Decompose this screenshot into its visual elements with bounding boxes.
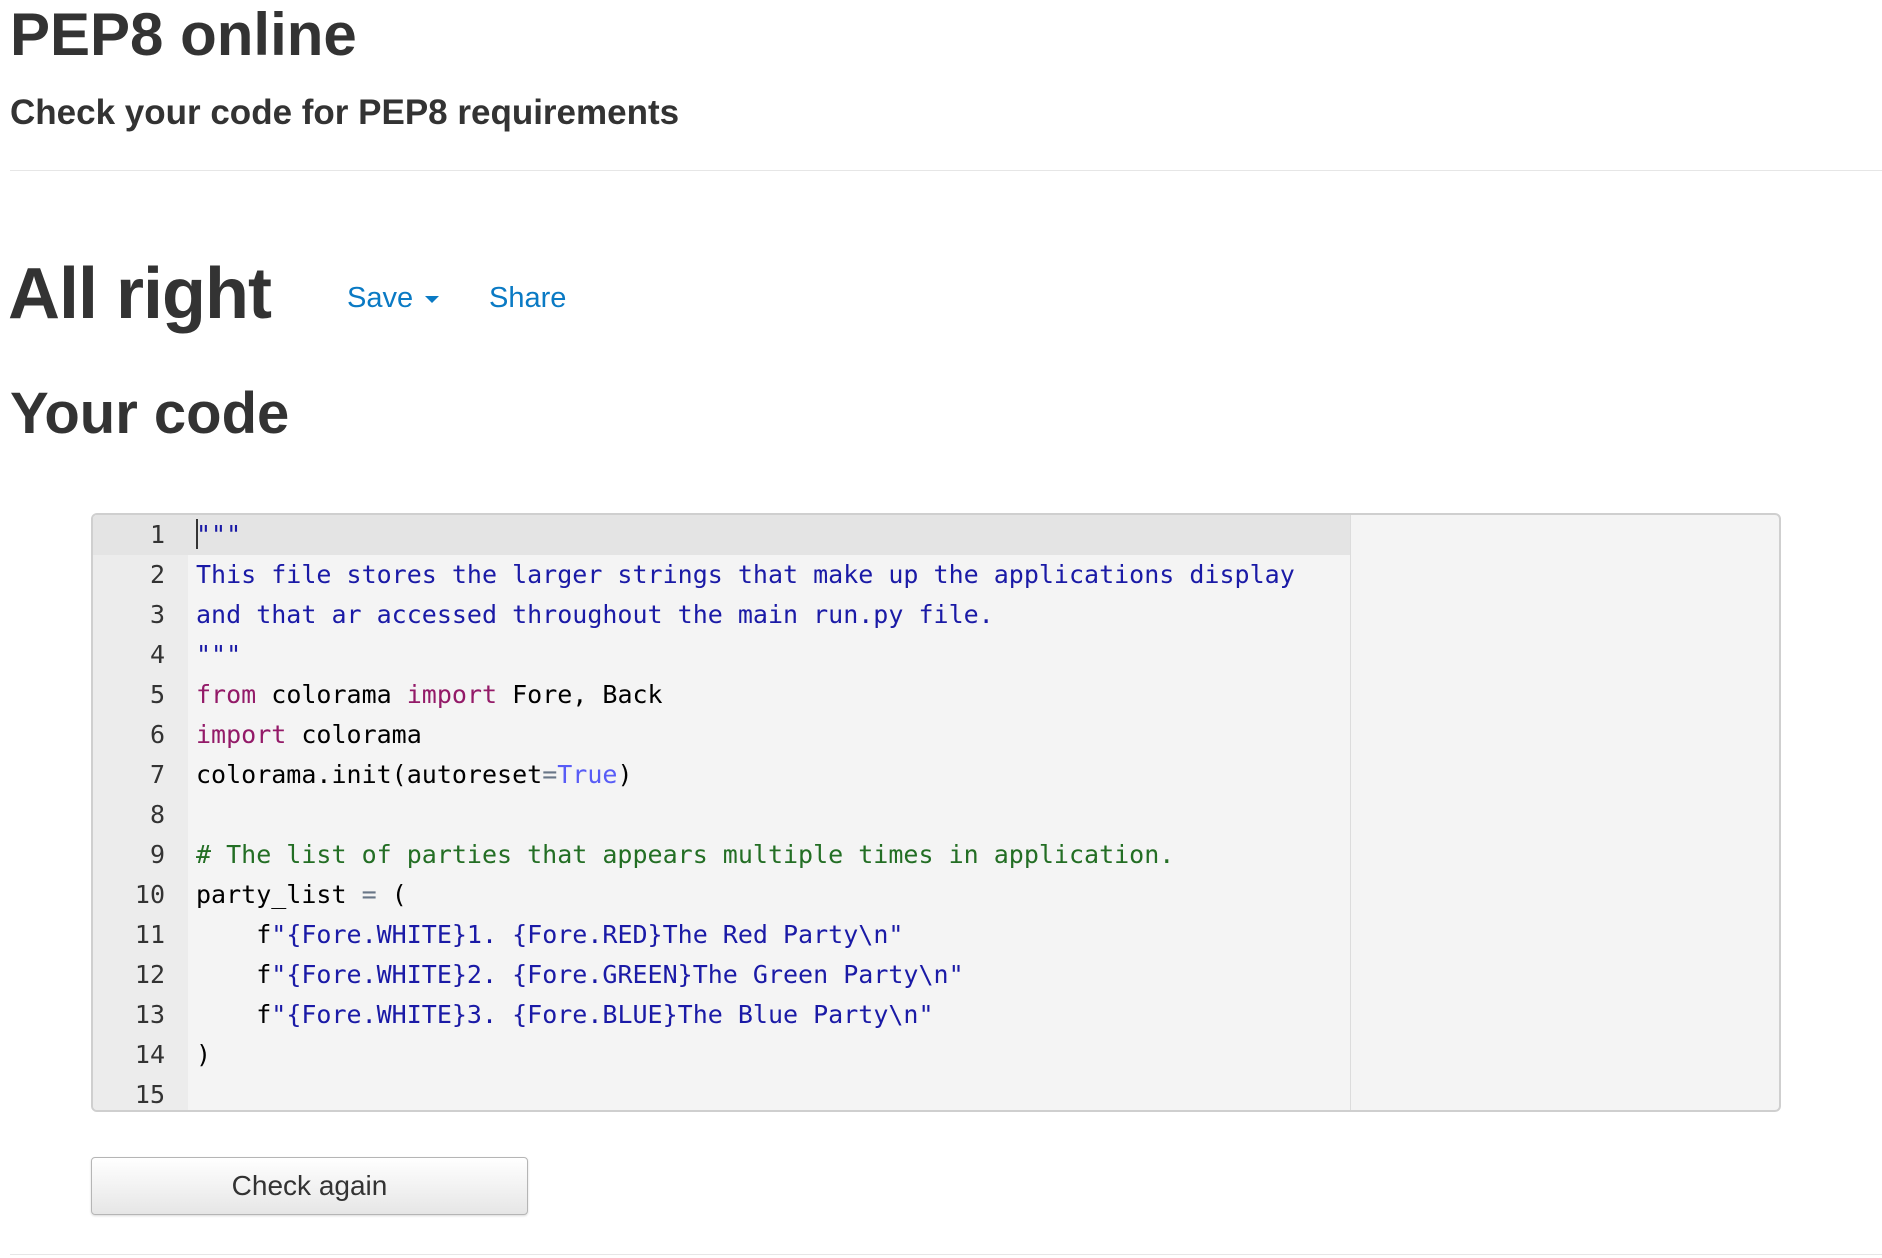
code-token: """ [196, 520, 242, 549]
line-text[interactable]: ) [196, 1035, 211, 1075]
line-text[interactable]: """ [196, 635, 241, 675]
line-number: 15 [134, 1080, 165, 1109]
line-text[interactable]: This file stores the larger strings that… [196, 555, 1295, 595]
code-token: = [361, 880, 377, 909]
footer-divider [10, 1254, 1882, 1255]
site-subtitle: Check your code for PEP8 requirements [10, 93, 680, 132]
code-token: colorama [286, 720, 422, 749]
code-token: "{Fore.WHITE}2. {Fore.GREEN}The Green Pa… [271, 960, 964, 989]
code-line[interactable]: 5 from colorama import Fore, Back [93, 675, 1779, 715]
code-line[interactable]: 10 party_list = ( [93, 875, 1779, 915]
line-number: 11 [134, 920, 165, 949]
line-number: 5 [149, 680, 165, 709]
code-token: f [196, 960, 272, 989]
line-text[interactable]: """ [196, 515, 241, 555]
code-token: colorama [256, 680, 407, 709]
code-token: This file stores the larger strings that… [196, 560, 1295, 589]
code-line[interactable]: 15 [93, 1075, 1779, 1110]
header-divider [10, 170, 1882, 171]
line-number: 14 [134, 1040, 165, 1069]
line-number: 7 [149, 760, 165, 789]
share-link[interactable]: Share [489, 280, 566, 316]
code-line[interactable]: 4 """ [93, 635, 1779, 675]
line-number: 3 [149, 600, 165, 629]
line-number: 8 [149, 800, 165, 829]
code-token: colorama.init(autoreset [196, 760, 543, 789]
code-line[interactable]: 1 """ [93, 515, 1779, 555]
code-token: "{Fore.WHITE}1. {Fore.RED}The Red Party\… [271, 920, 904, 949]
code-line[interactable]: 6 import colorama [93, 715, 1779, 755]
caret-down-icon [425, 295, 440, 303]
page: PEP8 online Check your code for PEP8 req… [0, 0, 1882, 1258]
code-line[interactable]: 3 and that ar accessed throughout the mai… [93, 595, 1779, 635]
check-again-button[interactable]: Check again [91, 1157, 528, 1215]
result-title: All right [8, 254, 272, 334]
line-text[interactable]: and that ar accessed throughout the main… [196, 595, 994, 635]
code-token: = [542, 760, 558, 789]
line-number: 4 [149, 640, 165, 669]
line-text[interactable]: f"{Fore.WHITE}1. {Fore.RED}The Red Party… [196, 915, 903, 955]
code-token: f [196, 1000, 272, 1029]
text-cursor [196, 519, 198, 549]
line-number: 12 [134, 960, 165, 989]
code-token: from [196, 680, 257, 709]
code-heading: Your code [10, 381, 290, 446]
code-token: """ [196, 640, 242, 669]
code-token: import [196, 720, 287, 749]
code-line[interactable]: 14) [93, 1035, 1779, 1075]
code-lines[interactable]: 1 """ 2 This file stores the larger strings… [93, 515, 1779, 1110]
code-token: True [557, 760, 618, 789]
code-line[interactable]: 13 f"{Fore.WHITE}3. {Fore.BLUE}The Blue … [93, 995, 1779, 1035]
code-token: Fore, Back [497, 680, 663, 709]
code-token: "{Fore.WHITE}3. {Fore.BLUE}The Blue Part… [271, 1000, 934, 1029]
code-line[interactable]: 8 [93, 795, 1779, 835]
code-line[interactable]: 7 colorama.init(autoreset=True) [93, 755, 1779, 795]
code-token: ) [617, 760, 633, 789]
line-text[interactable]: import colorama [196, 715, 422, 755]
save-dropdown-button[interactable]: Save [347, 280, 440, 316]
line-text[interactable]: f"{Fore.WHITE}2. {Fore.GREEN}The Green P… [196, 955, 964, 995]
code-line[interactable]: 2 This file stores the larger strings tha… [93, 555, 1779, 595]
code-editor[interactable]: 1 """ 2 This file stores the larger strings… [91, 513, 1781, 1112]
save-label: Save [347, 282, 414, 314]
line-number: 2 [149, 560, 165, 589]
line-text[interactable]: party_list = ( [196, 875, 407, 915]
code-token: party_list [196, 880, 362, 909]
code-token: and that ar accessed throughout the main… [196, 600, 994, 629]
line-number: 9 [149, 840, 165, 869]
line-text[interactable]: from colorama import Fore, Back [196, 675, 663, 715]
code-token: ) [196, 1040, 212, 1069]
line-number: 13 [134, 1000, 165, 1029]
line-number: 10 [134, 880, 165, 909]
code-line[interactable]: 9 # The list of parties that appears mult… [93, 835, 1779, 875]
code-token: import [406, 680, 498, 709]
code-token: # The list of parties that appears multi… [196, 840, 1175, 869]
line-text[interactable]: colorama.init(autoreset=True) [196, 755, 633, 795]
line-number: 1 [149, 520, 165, 549]
code-line[interactable]: 12 f"{Fore.WHITE}2. {Fore.GREEN}The Gree… [93, 955, 1779, 995]
line-number: 6 [149, 720, 165, 749]
line-text[interactable]: # The list of parties that appears multi… [196, 835, 1174, 875]
code-token: f [196, 920, 272, 949]
code-line[interactable]: 11 f"{Fore.WHITE}1. {Fore.RED}The Red Pa… [93, 915, 1779, 955]
code-token: ( [376, 880, 407, 909]
line-text[interactable]: f"{Fore.WHITE}3. {Fore.BLUE}The Blue Par… [196, 995, 934, 1035]
site-title: PEP8 online [10, 1, 357, 68]
